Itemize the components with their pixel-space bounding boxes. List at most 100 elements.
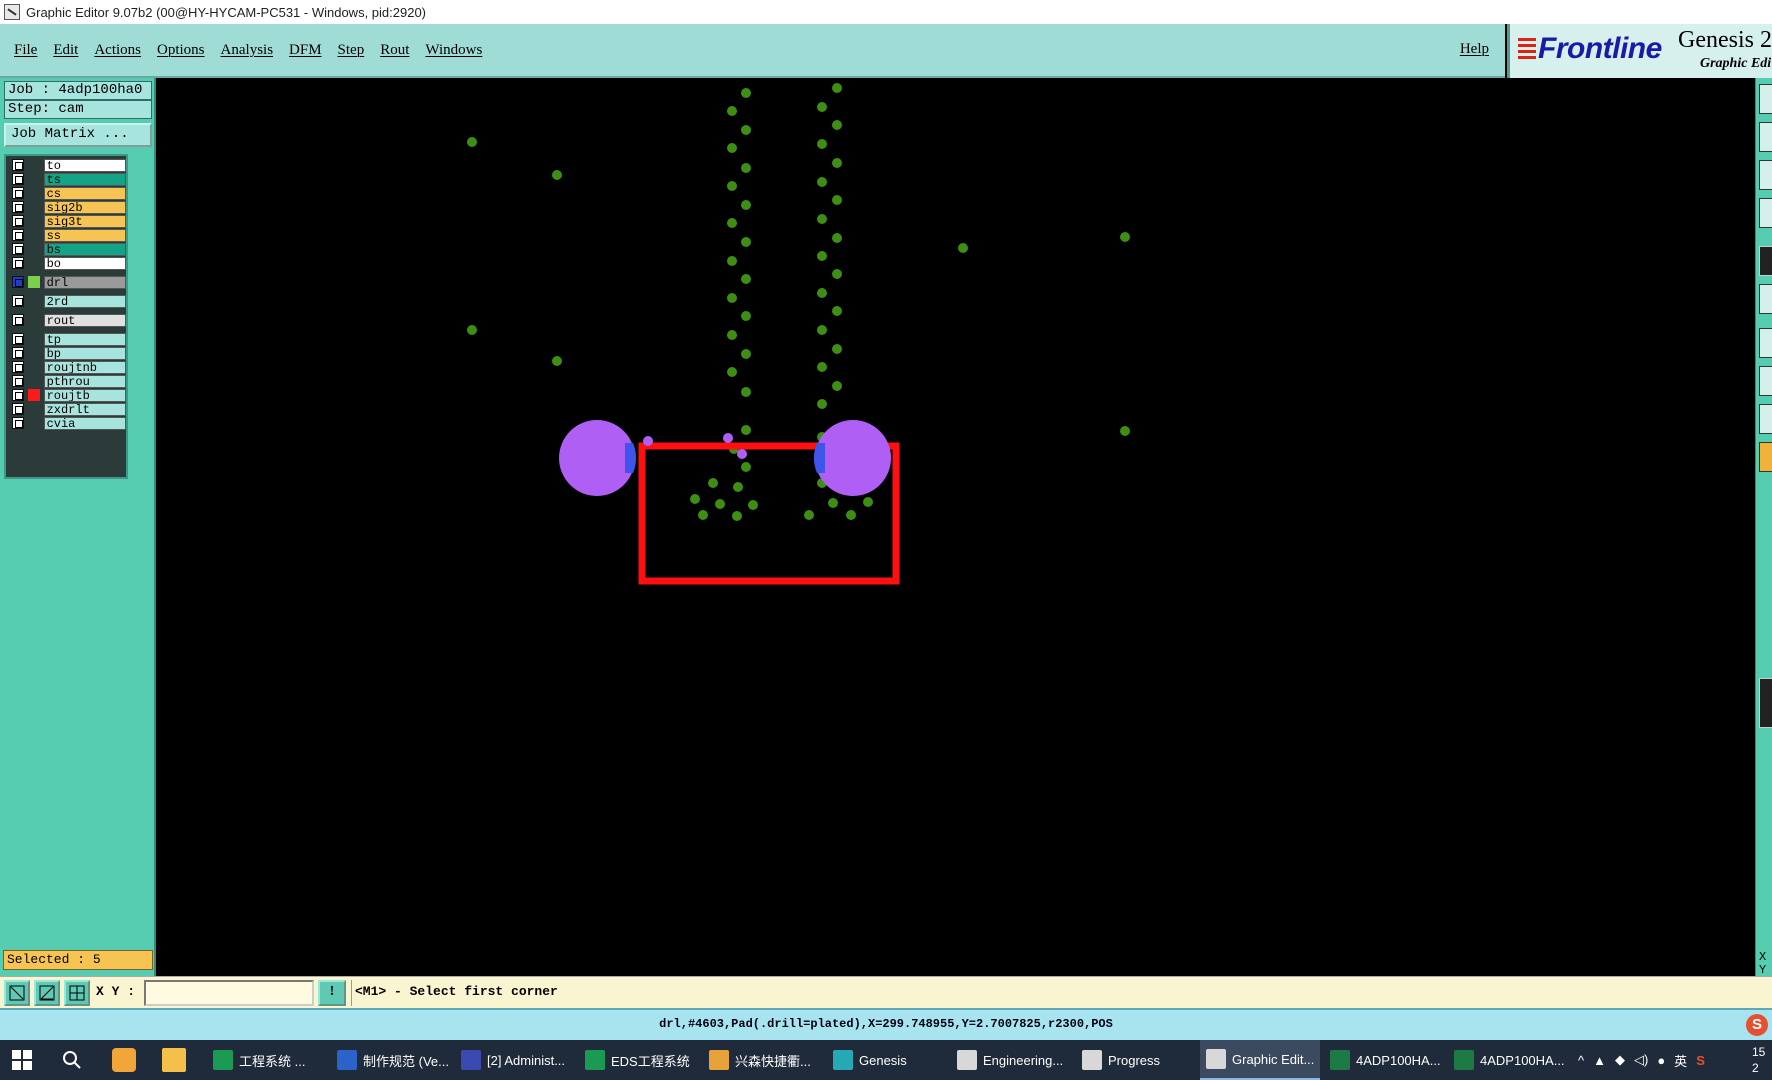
layer-checkbox[interactable]	[12, 333, 24, 345]
tray-sogou-icon[interactable]: S	[1696, 1053, 1705, 1068]
layer-name[interactable]: cs	[43, 186, 126, 200]
drill-pad[interactable]	[832, 306, 842, 316]
drill-pad[interactable]	[733, 482, 743, 492]
menu-options[interactable]: Options	[157, 42, 205, 59]
layer-row-bs[interactable]: bs	[8, 242, 126, 256]
drill-pad[interactable]	[817, 362, 827, 372]
drill-pad[interactable]	[727, 218, 737, 228]
taskbar-item[interactable]: 工程系统 ...	[207, 1040, 327, 1080]
info-button[interactable]: !	[318, 980, 346, 1006]
drill-pad[interactable]	[817, 102, 827, 112]
drill-pad[interactable]	[741, 462, 751, 472]
layer-checkbox[interactable]	[12, 403, 24, 415]
layer-row-roujtnb[interactable]: roujtnb	[8, 360, 126, 374]
selected-pad[interactable]	[815, 420, 891, 496]
layer-name[interactable]: to	[43, 158, 126, 172]
layer-row-cvia[interactable]: cvia	[8, 416, 126, 430]
drill-pad[interactable]	[832, 195, 842, 205]
layer-row-ss[interactable]: ss	[8, 228, 126, 242]
drill-pad[interactable]	[741, 311, 751, 321]
layer-name[interactable]: bp	[43, 346, 126, 360]
menu-step[interactable]: Step	[338, 42, 365, 59]
drill-pad[interactable]	[552, 356, 562, 366]
snap-mode-button[interactable]	[4, 980, 30, 1006]
layer-row-roujtb[interactable]: roujtb	[8, 388, 126, 402]
drill-pad[interactable]	[727, 106, 737, 116]
layer-checkbox[interactable]	[12, 417, 24, 429]
graphic-canvas[interactable]	[157, 78, 1755, 976]
drill-pad[interactable]	[748, 500, 758, 510]
layer-checkbox[interactable]	[12, 215, 24, 227]
tray-volume-icon[interactable]: ◁)	[1634, 1052, 1648, 1068]
tray-ime-label[interactable]: 英	[1674, 1051, 1687, 1070]
drill-pad[interactable]	[741, 163, 751, 173]
taskbar-item[interactable]: [2] Administ...	[455, 1040, 575, 1080]
drill-pad[interactable]	[741, 200, 751, 210]
layer-checkbox[interactable]	[12, 361, 24, 373]
layer-checkbox[interactable]	[12, 229, 24, 241]
taskbar-item[interactable]: 制作规范 (Ve...	[331, 1040, 451, 1080]
drill-pad[interactable]	[727, 256, 737, 266]
layer-name[interactable]: sig2b	[43, 200, 126, 214]
drill-pad[interactable]	[817, 251, 827, 261]
taskbar-item[interactable]: EDS工程系统	[579, 1040, 699, 1080]
layer-name[interactable]: ss	[43, 228, 126, 242]
drill-pad[interactable]	[467, 137, 477, 147]
drill-pad[interactable]	[1120, 232, 1130, 242]
selected-pad[interactable]	[737, 449, 747, 459]
layer-row-ts[interactable]: ts	[8, 172, 126, 186]
layer-checkbox[interactable]	[12, 295, 24, 307]
layer-checkbox[interactable]	[12, 389, 24, 401]
xy-input[interactable]	[144, 980, 314, 1006]
drill-pad[interactable]	[817, 399, 827, 409]
drill-pad[interactable]	[804, 510, 814, 520]
layer-name[interactable]: pthrou	[43, 374, 126, 388]
drill-pad[interactable]	[552, 170, 562, 180]
layer-row-sig2b[interactable]: sig2b	[8, 200, 126, 214]
layer-row-drl[interactable]: drl	[8, 275, 126, 289]
selected-pad[interactable]	[559, 420, 635, 496]
drill-pad[interactable]	[741, 274, 751, 284]
taskbar-item[interactable]: 兴森快捷衢...	[703, 1040, 823, 1080]
layer-name[interactable]: sig3t	[43, 214, 126, 228]
grid-mode-button[interactable]	[64, 980, 90, 1006]
layer-name[interactable]: rout	[43, 313, 126, 327]
menu-file[interactable]: File	[14, 42, 37, 59]
menu-edit[interactable]: Edit	[53, 42, 78, 59]
layer-row-cs[interactable]: cs	[8, 186, 126, 200]
layer-name[interactable]: roujtb	[43, 388, 126, 402]
scroll-handle[interactable]	[1759, 678, 1772, 728]
measure-mode-button[interactable]	[34, 980, 60, 1006]
menu-windows[interactable]: Windows	[425, 42, 482, 59]
layer-checkbox[interactable]	[12, 347, 24, 359]
drill-pad[interactable]	[817, 139, 827, 149]
taskbar-item[interactable]: Progress	[1076, 1040, 1196, 1080]
layer-name[interactable]: drl	[43, 275, 126, 289]
drill-pad[interactable]	[727, 330, 737, 340]
drill-pad[interactable]	[832, 158, 842, 168]
drill-pad[interactable]	[690, 494, 700, 504]
sogou-ime-icon[interactable]: S	[1746, 1014, 1768, 1036]
drill-pad[interactable]	[832, 269, 842, 279]
layer-checkbox[interactable]	[12, 201, 24, 213]
drill-pad[interactable]	[832, 381, 842, 391]
layer-name[interactable]: 2rd	[43, 294, 126, 308]
drill-pad[interactable]	[828, 498, 838, 508]
layer-name[interactable]: tp	[43, 332, 126, 346]
tray-smiley-icon[interactable]: ●	[1657, 1053, 1665, 1068]
layer-name[interactable]: roujtnb	[43, 360, 126, 374]
drill-pad[interactable]	[1120, 426, 1130, 436]
drill-pad[interactable]	[467, 325, 477, 335]
drill-pad[interactable]	[727, 367, 737, 377]
layer-checkbox[interactable]	[12, 243, 24, 255]
selected-pad[interactable]	[643, 436, 653, 446]
layer-name[interactable]: ts	[43, 172, 126, 186]
layer-row-zxdrlt[interactable]: zxdrlt	[8, 402, 126, 416]
layer-checkbox[interactable]	[12, 173, 24, 185]
layer-name[interactable]: zxdrlt	[43, 402, 126, 416]
feature-info-icon[interactable]	[1759, 442, 1772, 472]
tray-security-icon[interactable]: ◆	[1615, 1052, 1625, 1068]
layer-checkbox[interactable]	[12, 375, 24, 387]
taskbar-item[interactable]: Engineering...	[951, 1040, 1071, 1080]
layer-row-2rd[interactable]: 2rd	[8, 294, 126, 308]
